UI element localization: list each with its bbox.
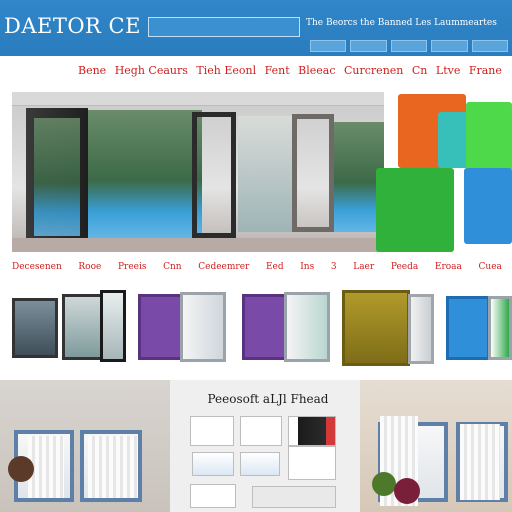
product-sash	[180, 292, 226, 362]
product-frame	[12, 298, 58, 358]
product-frame	[138, 294, 184, 360]
menu-item[interactable]: Hegh Ceaurs	[115, 64, 188, 77]
color-tile-green[interactable]	[376, 168, 454, 252]
curtain	[460, 424, 500, 500]
thumbnail[interactable]	[240, 452, 280, 476]
hero-window-view	[82, 110, 202, 238]
hero-banner[interactable]	[12, 92, 384, 252]
flower-icon	[394, 478, 420, 504]
room-photo-left[interactable]	[0, 380, 170, 512]
hero-door-frame	[192, 112, 236, 238]
category-item[interactable]: Preeis	[118, 262, 147, 272]
subnav-item[interactable]	[310, 40, 347, 52]
hero-floor	[12, 238, 384, 252]
thumbnail[interactable]	[240, 416, 282, 446]
menu-item[interactable]: Tieh Eeonl	[196, 64, 256, 77]
menu-item[interactable]: Ltve	[436, 64, 460, 77]
product-sash	[100, 290, 126, 362]
product-frame	[446, 296, 490, 360]
product-window-4[interactable]	[242, 288, 334, 364]
category-item[interactable]: Peeda	[391, 262, 418, 272]
category-item[interactable]: Cedeemrer	[198, 262, 249, 272]
subnav-item[interactable]	[350, 40, 387, 52]
menu-item[interactable]: Bene	[78, 64, 106, 77]
category-menu: Decesenen Rooe Preeis Cnn Cedeemrer Eed …	[12, 262, 502, 272]
search-input[interactable]	[148, 17, 300, 37]
product-sash	[284, 292, 330, 362]
category-item[interactable]: Cnn	[163, 262, 181, 272]
category-item[interactable]: Rooe	[78, 262, 101, 272]
category-item[interactable]: Decesenen	[12, 262, 62, 272]
site-logo[interactable]: DAETOR CE	[4, 14, 141, 38]
thumbnail[interactable]	[288, 416, 336, 446]
thumbnail[interactable]	[190, 484, 236, 508]
thumbnail[interactable]	[252, 486, 336, 508]
category-item[interactable]: Eed	[266, 262, 284, 272]
header-tagline: The Beorcs the Banned Les Laummeartes	[306, 18, 497, 28]
site-header: DAETOR CE The Beorcs the Banned Les Laum…	[0, 0, 512, 56]
thumbnail[interactable]	[192, 452, 234, 476]
bottom-showcase: Peeosoft aLJl Fhead	[0, 380, 512, 512]
category-item[interactable]: 3	[331, 262, 337, 272]
menu-item[interactable]: Fent	[265, 64, 290, 77]
thumbnail[interactable]	[288, 446, 336, 480]
product-frame	[242, 294, 288, 360]
product-sash	[488, 296, 512, 360]
plant-icon	[8, 456, 34, 482]
header-subnav	[310, 40, 509, 52]
curtain	[88, 436, 138, 498]
menu-item[interactable]: Cn	[412, 64, 428, 77]
product-window-1[interactable]	[10, 288, 62, 364]
menu-item[interactable]: Frane	[469, 64, 502, 77]
category-item[interactable]: Laer	[353, 262, 374, 272]
product-sash	[408, 294, 434, 364]
color-tile-blue[interactable]	[464, 168, 512, 244]
menu-item[interactable]: Bleeac	[298, 64, 335, 77]
hero-header-strip	[12, 92, 384, 106]
subnav-item[interactable]	[390, 40, 428, 52]
hero-glass-left	[34, 118, 80, 236]
room-photo-right[interactable]	[360, 380, 512, 512]
subnav-item[interactable]	[431, 40, 468, 52]
subnav-item[interactable]	[471, 40, 509, 52]
category-item[interactable]: Ins	[300, 262, 314, 272]
hero-door-frame-right	[292, 114, 334, 232]
product-window-3[interactable]	[138, 288, 230, 364]
product-window-6[interactable]	[446, 288, 512, 364]
product-window-5[interactable]	[342, 288, 436, 366]
category-item[interactable]: Cuea	[479, 262, 502, 272]
hero-house-view	[238, 116, 292, 232]
panel-title: Peeosoft aLJl Fhead	[207, 392, 329, 406]
color-tile-lime[interactable]	[466, 102, 512, 172]
product-row	[0, 288, 512, 368]
category-item[interactable]: Eroaa	[435, 262, 462, 272]
info-panel: Peeosoft aLJl Fhead	[170, 380, 360, 512]
color-tiles	[376, 92, 512, 252]
thumbnail[interactable]	[190, 416, 234, 446]
product-frame	[342, 290, 410, 366]
plant-icon	[372, 472, 396, 496]
product-window-2[interactable]	[60, 288, 130, 364]
menu-item[interactable]: Curcrenen	[344, 64, 403, 77]
main-menu: Bene Hegh Ceaurs Tieh Eeonl Fent Bleeac …	[78, 64, 502, 77]
